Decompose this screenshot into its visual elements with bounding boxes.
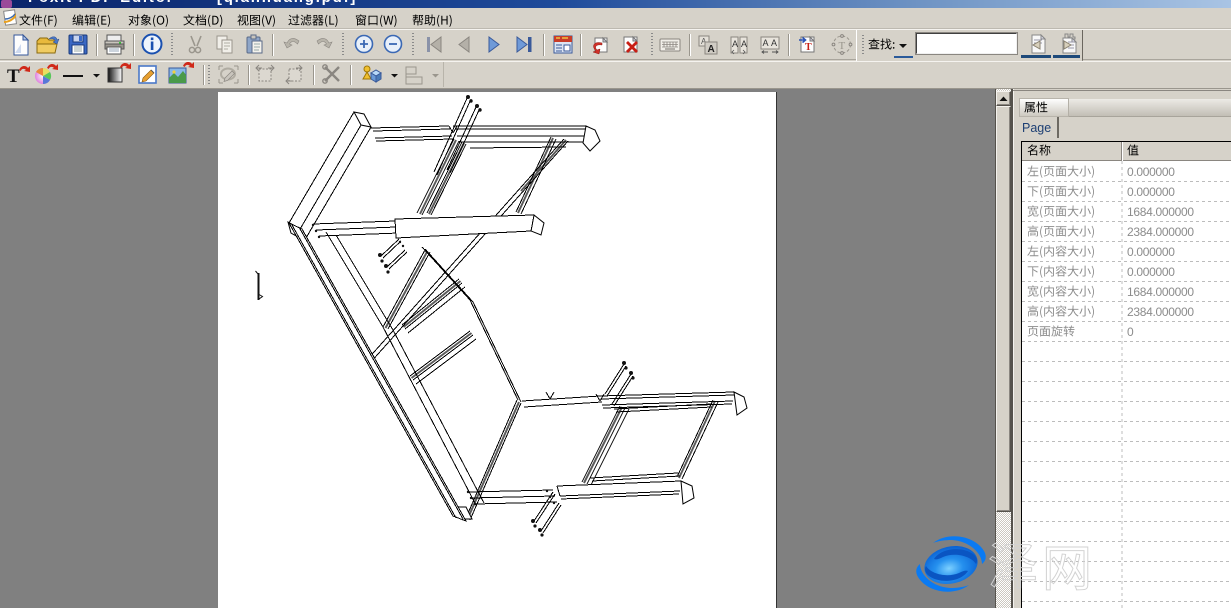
svg-text:A: A bbox=[763, 38, 769, 48]
svg-text:T: T bbox=[7, 66, 20, 87]
svg-text:A: A bbox=[771, 38, 777, 48]
svg-text:T: T bbox=[839, 40, 846, 52]
svg-text:A: A bbox=[741, 39, 747, 49]
svg-text:A: A bbox=[708, 44, 715, 55]
svg-text:T: T bbox=[805, 42, 812, 53]
svg-text:A: A bbox=[732, 39, 738, 49]
